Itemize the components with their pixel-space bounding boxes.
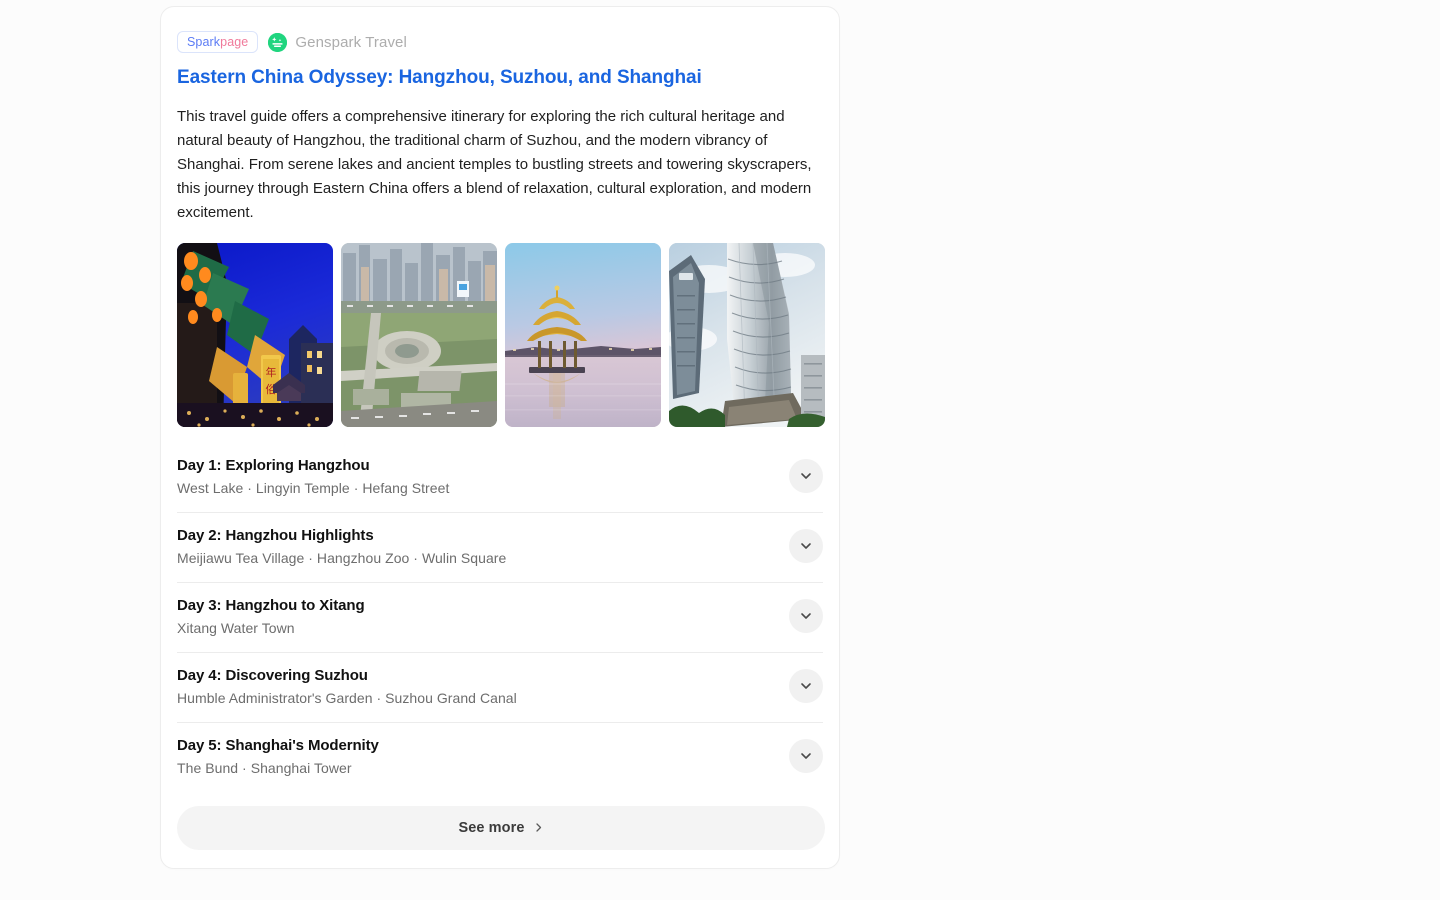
screen: Sparkpage Genspark Travel Eastern China …	[0, 0, 1440, 900]
see-more-label: See more	[458, 820, 524, 836]
chevron-down-icon	[799, 679, 813, 693]
itinerary-day-row[interactable]: Day 4: Discovering Suzhou Humble Adminis…	[177, 652, 823, 722]
gallery-thumbnail-3[interactable]	[505, 243, 661, 427]
day-text-group: Day 1: Exploring Hangzhou West Lake · Li…	[177, 457, 449, 496]
sparkpage-card: Sparkpage Genspark Travel Eastern China …	[160, 6, 840, 869]
day-title: Day 5: Shanghai's Modernity	[177, 737, 379, 754]
genspark-logo-icon	[268, 33, 287, 52]
gallery-thumbnail-1[interactable]: 年 俗	[177, 243, 333, 427]
day-stops: Xitang Water Town	[177, 620, 365, 636]
day-expand-button[interactable]	[789, 529, 823, 563]
gallery-thumbnail-4[interactable]	[669, 243, 825, 427]
brand-name: Genspark Travel	[295, 34, 407, 51]
itinerary-day-row[interactable]: Day 5: Shanghai's Modernity The Bund · S…	[177, 722, 823, 792]
svg-text:年: 年	[266, 365, 277, 379]
day-stops: Humble Administrator's Garden · Suzhou G…	[177, 690, 517, 706]
day-text-group: Day 3: Hangzhou to Xitang Xitang Water T…	[177, 597, 365, 636]
gallery-thumbnail-2[interactable]	[341, 243, 497, 427]
see-more-button[interactable]: See more	[177, 806, 825, 850]
sparkpage-badge-prefix: Spark	[187, 36, 220, 49]
day-stops: The Bund · Shanghai Tower	[177, 760, 379, 776]
day-expand-button[interactable]	[789, 599, 823, 633]
day-title: Day 3: Hangzhou to Xitang	[177, 597, 365, 614]
day-stops: Meijiawu Tea Village · Hangzhou Zoo · Wu…	[177, 550, 506, 566]
chevron-down-icon	[799, 539, 813, 553]
itinerary-day-row[interactable]: Day 1: Exploring Hangzhou West Lake · Li…	[177, 453, 823, 512]
itinerary-day-row[interactable]: Day 3: Hangzhou to Xitang Xitang Water T…	[177, 582, 823, 652]
chevron-down-icon	[799, 749, 813, 763]
day-title: Day 4: Discovering Suzhou	[177, 667, 517, 684]
day-expand-button[interactable]	[789, 459, 823, 493]
sparkpage-badge[interactable]: Sparkpage	[177, 31, 258, 53]
day-expand-button[interactable]	[789, 739, 823, 773]
sparkpage-badge-suffix: page	[220, 36, 248, 49]
day-text-group: Day 4: Discovering Suzhou Humble Adminis…	[177, 667, 517, 706]
article-description: This travel guide offers a comprehensive…	[177, 105, 823, 225]
day-text-group: Day 5: Shanghai's Modernity The Bund · S…	[177, 737, 379, 776]
card-header: Sparkpage Genspark Travel	[177, 31, 823, 53]
chevron-down-icon	[799, 609, 813, 623]
day-stops: West Lake · Lingyin Temple · Hefang Stre…	[177, 480, 449, 496]
itinerary-day-list: Day 1: Exploring Hangzhou West Lake · Li…	[177, 453, 823, 792]
chevron-right-icon	[533, 821, 544, 836]
day-title: Day 1: Exploring Hangzhou	[177, 457, 449, 474]
day-text-group: Day 2: Hangzhou Highlights Meijiawu Tea …	[177, 527, 506, 566]
page-title[interactable]: Eastern China Odyssey: Hangzhou, Suzhou,…	[177, 67, 823, 89]
itinerary-day-row[interactable]: Day 2: Hangzhou Highlights Meijiawu Tea …	[177, 512, 823, 582]
chevron-down-icon	[799, 469, 813, 483]
day-title: Day 2: Hangzhou Highlights	[177, 527, 506, 544]
image-gallery: 年 俗	[177, 243, 840, 427]
day-expand-button[interactable]	[789, 669, 823, 703]
brand-group[interactable]: Genspark Travel	[268, 33, 407, 52]
